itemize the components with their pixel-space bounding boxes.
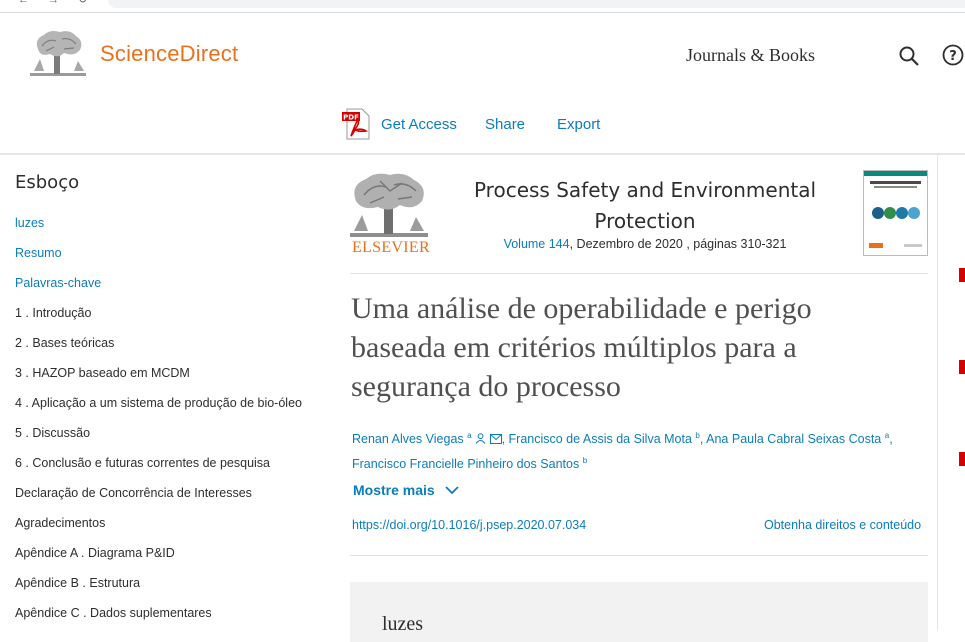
pdf-icon[interactable] bbox=[959, 360, 965, 374]
pdf-icon[interactable] bbox=[959, 268, 965, 282]
address-bar[interactable] bbox=[108, 0, 965, 8]
outline-item-resumo[interactable]: Resumo bbox=[15, 243, 302, 273]
outline-sidebar: Esboço luzes Resumo Palavras-chave 1 . I… bbox=[0, 155, 335, 630]
help-icon[interactable]: ? bbox=[942, 44, 964, 66]
outline-item-introducao[interactable]: 1 . Introdução bbox=[15, 303, 302, 333]
outline-item-discussao[interactable]: 5 . Discussão bbox=[15, 423, 302, 453]
outline-item-conclusao[interactable]: 6 . Conclusão e futuras correntes de pes… bbox=[15, 453, 302, 483]
divider bbox=[350, 555, 928, 556]
outline-item-apendice-c[interactable]: Apêndice C . Dados suplementares bbox=[15, 603, 302, 633]
chevron-down-icon bbox=[444, 486, 459, 495]
divider bbox=[350, 273, 928, 274]
get-access-button[interactable]: Get Access bbox=[381, 116, 457, 133]
journals-books-link[interactable]: Journals & Books bbox=[686, 45, 815, 66]
outline-item-apendice-b[interactable]: Apêndice B . Estrutura bbox=[15, 573, 302, 603]
outline-item-agradecimentos[interactable]: Agradecimentos bbox=[15, 513, 302, 543]
outline-item-hazop[interactable]: 3 . HAZOP baseado em MCDM bbox=[15, 363, 302, 393]
rights-content-link[interactable]: Obtenha direitos e conteúdo bbox=[764, 518, 921, 532]
outline-item-apendice-a[interactable]: Apêndice A . Diagrama P&ID bbox=[15, 543, 302, 573]
email-icon[interactable] bbox=[489, 434, 502, 445]
search-icon[interactable] bbox=[898, 45, 920, 67]
article-title: Uma análise de operabilidade e perigo ba… bbox=[351, 292, 812, 403]
author-link[interactable]: Ana Paula Cabral Seixas Costa bbox=[706, 432, 881, 446]
site-header: ScienceDirect Journals & Books ? bbox=[0, 13, 965, 98]
outline-title: Esboço bbox=[15, 172, 80, 193]
person-icon[interactable] bbox=[475, 433, 486, 444]
outline-list: luzes Resumo Palavras-chave 1 . Introduç… bbox=[15, 213, 302, 633]
reload-icon[interactable]: ↻ bbox=[78, 0, 90, 6]
outline-item-luzes[interactable]: luzes bbox=[15, 213, 302, 243]
elsevier-publisher-logo-icon[interactable] bbox=[350, 171, 428, 239]
journal-issue-info: Volume 144, Dezembro de 2020 , páginas 3… bbox=[460, 237, 830, 251]
author-link[interactable]: Renan Alves Viegas bbox=[352, 432, 464, 446]
forward-icon[interactable]: → bbox=[48, 0, 60, 6]
svg-text:?: ? bbox=[949, 49, 957, 64]
author-link[interactable]: Francisco de Assis da Silva Mota bbox=[509, 432, 692, 446]
show-more-button[interactable]: Mostre mais bbox=[353, 482, 459, 498]
browser-toolbar: ← → ↻ bbox=[0, 0, 965, 13]
recommended-articles-panel bbox=[937, 155, 965, 630]
journal-cover-thumbnail[interactable] bbox=[863, 170, 928, 256]
outline-item-aplicacao[interactable]: 4 . Aplicação a um sistema de produção d… bbox=[15, 393, 302, 423]
svg-text:PDF: PDF bbox=[343, 114, 359, 122]
export-button[interactable]: Export bbox=[557, 116, 600, 133]
outline-item-palavras-chave[interactable]: Palavras-chave bbox=[15, 273, 302, 303]
author-list: Renan Alves Viegas a , Francisco de Assi… bbox=[352, 431, 893, 472]
elsevier-tree-logo-icon[interactable] bbox=[30, 29, 86, 77]
highlights-section: luzes bbox=[350, 582, 928, 642]
back-icon[interactable]: ← bbox=[18, 0, 30, 6]
pdf-icon[interactable]: PDF bbox=[342, 108, 372, 140]
highlights-heading: luzes bbox=[382, 613, 424, 635]
issue-date-pages: , Dezembro de 2020 , páginas 310-321 bbox=[569, 237, 787, 251]
pdf-icon[interactable] bbox=[959, 452, 965, 466]
outline-item-bases-teoricas[interactable]: 2 . Bases teóricas bbox=[15, 333, 302, 363]
article-main: ELSEVIER Process Safety and Environmenta… bbox=[350, 155, 928, 642]
elsevier-wordmark: ELSEVIER bbox=[352, 239, 430, 256]
journal-cover-image bbox=[864, 171, 927, 248]
outline-item-declaracao[interactable]: Declaração de Concorrência de Interesses bbox=[15, 483, 302, 513]
sciencedirect-logo[interactable]: ScienceDirect bbox=[100, 41, 238, 67]
article-toolbar: PDF Get Access Share Export bbox=[0, 98, 965, 155]
author-link[interactable]: Francisco Francielle Pinheiro dos Santos bbox=[352, 457, 579, 471]
journal-title[interactable]: Process Safety and Environmental Protect… bbox=[460, 175, 830, 237]
volume-link[interactable]: Volume 144 bbox=[504, 237, 570, 251]
doi-link[interactable]: https://doi.org/10.1016/j.psep.2020.07.0… bbox=[352, 518, 586, 532]
share-button[interactable]: Share bbox=[485, 116, 525, 133]
